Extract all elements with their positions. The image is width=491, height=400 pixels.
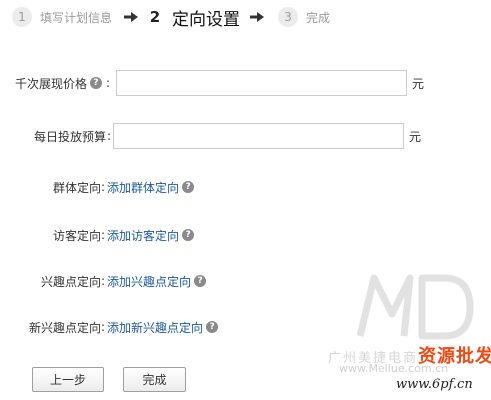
group-targeting-colon: : <box>101 180 106 194</box>
daily-budget-colon: : <box>107 129 112 143</box>
add-visitor-targeting-link[interactable]: 添加访客定向 <box>107 227 179 244</box>
interest-targeting-colon: : <box>101 274 106 288</box>
question-circle-icon[interactable]: ? <box>206 321 219 333</box>
interest-targeting-label: 兴趣点定向 <box>40 274 101 289</box>
watermark-logo <box>356 274 474 340</box>
cpm-price-unit: 元 <box>412 76 425 91</box>
right-arrow-icon <box>250 12 265 22</box>
daily-budget-input[interactable] <box>113 123 405 149</box>
right-arrow-icon <box>124 12 139 22</box>
step-3-number: 3 <box>278 7 299 27</box>
question-circle-icon[interactable]: ? <box>182 181 195 193</box>
daily-budget-label: 每日投放预算 <box>33 129 106 144</box>
watermark-text: 广州美捷电商资源批发网 <box>328 346 491 367</box>
step-1-label: 填写计划信息 <box>40 10 113 25</box>
new-interest-targeting-colon: : <box>101 320 106 334</box>
add-group-targeting-link[interactable]: 添加群体定向 <box>107 179 179 196</box>
question-circle-icon[interactable]: ? <box>90 77 102 89</box>
watermark-url-2: www.6pf.cn <box>396 377 473 392</box>
group-targeting-label: 群体定向 <box>52 180 101 195</box>
question-circle-icon[interactable]: ? <box>194 275 207 287</box>
new-interest-targeting-label: 新兴趣点定向 <box>28 320 101 335</box>
daily-budget-unit: 元 <box>409 129 422 144</box>
step-2-number: 2 <box>149 8 161 26</box>
ad-plan-wizard-page: 1 填写计划信息 2 定向设置 3 完成 千次展现价格 ? : 元 每日投放预算… <box>0 0 491 400</box>
step-1-number: 1 <box>12 7 32 27</box>
cpm-price-row: 千次展现价格 ? : 元 <box>0 70 424 96</box>
add-new-interest-targeting-link[interactable]: 添加新兴趣点定向 <box>107 319 203 336</box>
question-circle-icon[interactable]: ? <box>182 229 195 241</box>
step-indicator: 1 填写计划信息 2 定向设置 3 完成 <box>12 6 331 30</box>
prev-step-button[interactable]: 上一步 <box>32 367 104 392</box>
visitor-targeting-label: 访客定向 <box>52 228 101 243</box>
cpm-price-label: 千次展现价格 <box>14 76 87 91</box>
cpm-price-input[interactable] <box>116 70 408 96</box>
cpm-price-colon: : <box>106 76 111 90</box>
new-interest-targeting-row: 新兴趣点定向 : 添加新兴趣点定向 ? <box>0 319 219 336</box>
daily-budget-row: 每日投放预算 : 元 <box>0 123 421 149</box>
step-3-label: 完成 <box>306 10 331 25</box>
group-targeting-row: 群体定向 : 添加群体定向 ? <box>0 179 195 196</box>
visitor-targeting-colon: : <box>101 228 106 242</box>
interest-targeting-row: 兴趣点定向 : 添加兴趣点定向 ? <box>0 273 207 290</box>
add-interest-targeting-link[interactable]: 添加兴趣点定向 <box>107 273 191 290</box>
watermark-url: www.Mellue.com.cn <box>339 362 449 375</box>
finish-button[interactable]: 完成 <box>123 367 186 392</box>
visitor-targeting-row: 访客定向 : 添加访客定向 ? <box>0 227 195 244</box>
step-2-label: 定向设置 <box>172 9 241 30</box>
